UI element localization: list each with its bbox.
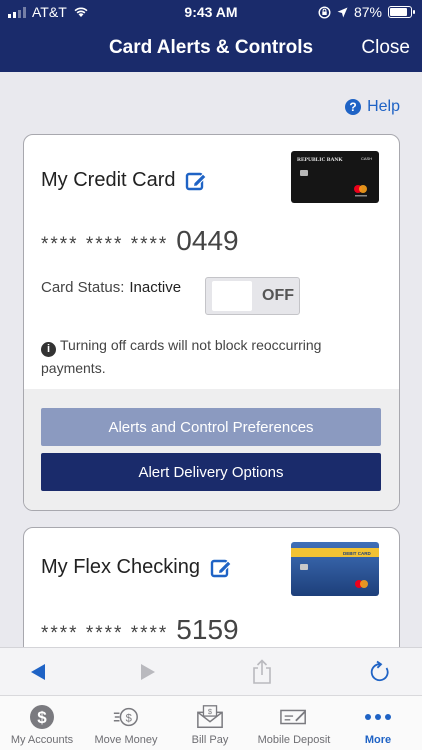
card-number: **** **** **** 5159: [41, 614, 239, 646]
card-number-mask: **** **** ****: [41, 234, 169, 255]
card-status-label: Card Status:: [41, 279, 125, 296]
card-actions: Alerts and Control Preferences Alert Del…: [24, 389, 399, 510]
toggle-label: OFF: [262, 287, 294, 304]
tab-mobile-deposit[interactable]: Mobile Deposit: [252, 696, 336, 750]
tab-label: Move Money: [94, 734, 158, 746]
card-status-value: Inactive: [129, 279, 182, 296]
tab-label: More: [364, 734, 392, 746]
svg-text:CASH: CASH: [361, 156, 372, 161]
card-name-row: My Flex Checking: [41, 556, 232, 579]
close-button[interactable]: Close: [361, 37, 410, 59]
tab-bar: $ My Accounts $ Move Money $ Bill Pay Mo…: [0, 695, 422, 750]
location-icon: [337, 7, 348, 17]
card-last-four: 0449: [176, 225, 239, 256]
battery-percent: 87%: [353, 4, 382, 20]
help-label: Help: [367, 98, 400, 115]
info-note: i Turning off cards will not block reoccu…: [41, 334, 361, 379]
tab-label: Bill Pay: [191, 734, 229, 746]
svg-text:$: $: [126, 713, 133, 725]
rotation-lock-icon: [318, 5, 331, 19]
dollar-circle-icon: $: [28, 704, 56, 730]
share-icon[interactable]: [248, 658, 276, 686]
page-title: Card Alerts & Controls: [108, 37, 314, 58]
forward-icon[interactable]: [134, 658, 162, 686]
check-deposit-icon: [280, 704, 308, 730]
svg-text:REPUBLIC BANK: REPUBLIC BANK: [297, 157, 343, 163]
card-status-toggle[interactable]: OFF: [205, 277, 300, 315]
help-link[interactable]: ? Help: [345, 98, 400, 116]
system-indicators: 87%: [318, 4, 415, 20]
card-name-row: My Credit Card: [41, 169, 208, 192]
more-dots-icon: [364, 704, 392, 730]
tab-label: My Accounts: [10, 734, 74, 746]
edit-icon[interactable]: [210, 557, 232, 579]
refresh-icon[interactable]: [366, 658, 394, 686]
credit-card-image: REPUBLIC BANK CASH: [291, 151, 379, 203]
toggle-knob: [212, 281, 252, 311]
app-header: AT&T 9:43 AM 87% Card Alerts & Controls …: [0, 0, 422, 72]
svg-text:DEBIT CARD: DEBIT CARD: [343, 551, 371, 556]
bill-envelope-icon: $: [196, 704, 224, 730]
card-panel-credit: My Credit Card REPUBLIC BANK CASH **** *…: [23, 134, 400, 511]
card-last-four: 5159: [176, 614, 239, 645]
main-content[interactable]: ? Help My Credit Card REPUBLIC BANK CASH…: [0, 72, 422, 647]
edit-icon[interactable]: [185, 170, 208, 192]
status-bar: AT&T 9:43 AM 87%: [0, 0, 422, 24]
help-icon: ?: [345, 99, 362, 115]
info-icon: i: [41, 341, 56, 357]
tab-label: Mobile Deposit: [257, 734, 331, 746]
info-text: Turning off cards will not block reoccur…: [41, 337, 322, 376]
browser-toolbar: [0, 647, 422, 695]
alert-delivery-button[interactable]: Alert Delivery Options: [41, 453, 381, 491]
tab-move-money[interactable]: $ Move Money: [84, 696, 168, 750]
tab-my-accounts[interactable]: $ My Accounts: [0, 696, 84, 750]
tab-more[interactable]: More: [336, 696, 420, 750]
card-name: My Credit Card: [41, 169, 176, 191]
card-name: My Flex Checking: [41, 556, 200, 578]
tab-bill-pay[interactable]: $ Bill Pay: [168, 696, 252, 750]
card-panel-checking: My Flex Checking DEBIT CARD **** **** **…: [23, 527, 400, 647]
transfer-icon: $: [112, 704, 140, 730]
card-status-row: Card Status: Inactive: [41, 279, 181, 296]
alerts-preferences-button[interactable]: Alerts and Control Preferences: [41, 408, 381, 446]
card-number-mask: **** **** ****: [41, 623, 169, 644]
card-number: **** **** **** 0449: [41, 225, 239, 257]
battery-icon: [388, 6, 415, 18]
back-icon[interactable]: [24, 658, 52, 686]
svg-text:$: $: [37, 708, 47, 727]
debit-card-image: DEBIT CARD: [291, 542, 379, 596]
